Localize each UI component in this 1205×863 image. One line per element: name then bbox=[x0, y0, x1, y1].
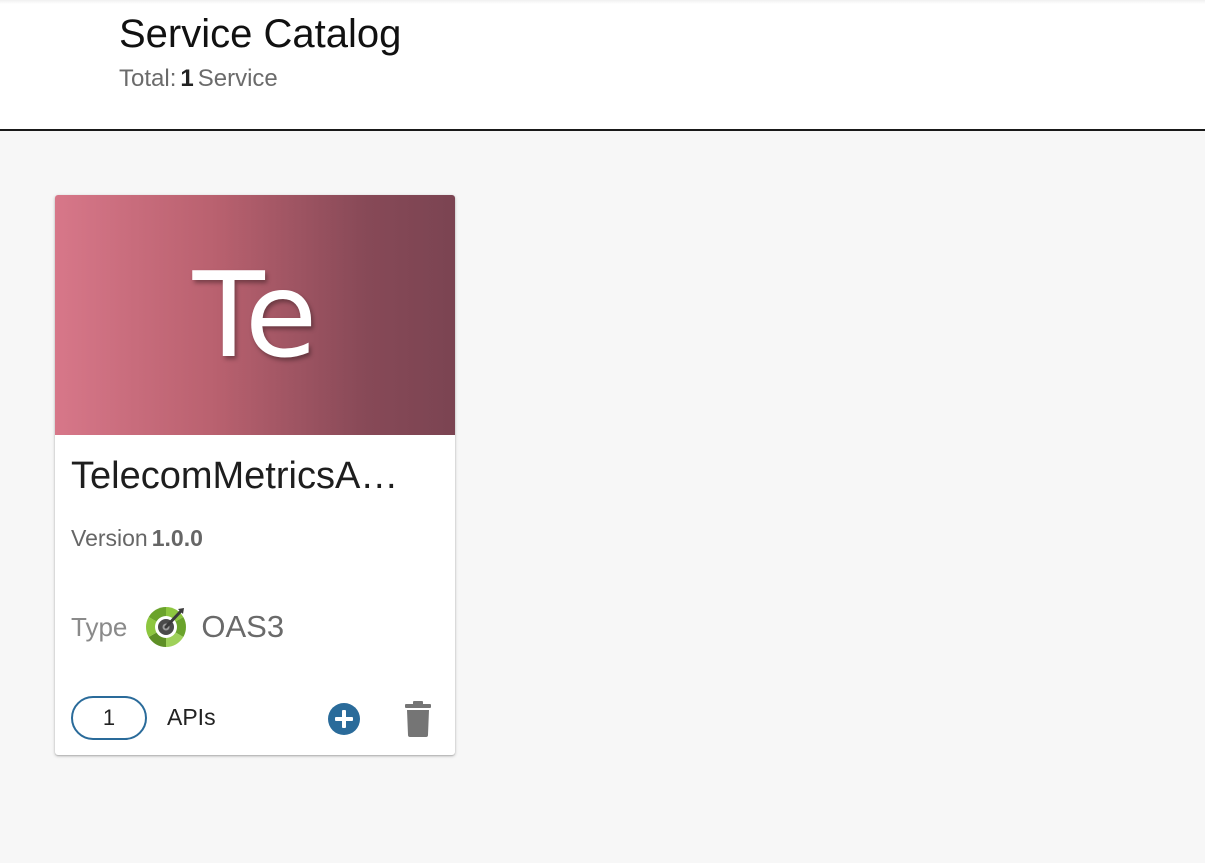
api-count-badge[interactable]: 1 bbox=[71, 696, 147, 740]
type-value: OAS3 bbox=[201, 609, 285, 644]
total-prefix: Total: bbox=[119, 65, 177, 92]
total-count: 1 bbox=[180, 65, 194, 92]
service-type: Type OAS3 bbox=[71, 605, 284, 649]
page-header: Service Catalog Total: 1 Service bbox=[0, 0, 1205, 131]
api-label: APIs bbox=[167, 704, 216, 730]
service-card-banner[interactable]: Te bbox=[55, 195, 455, 435]
add-api-button[interactable] bbox=[327, 702, 361, 736]
oas3-swagger-icon bbox=[146, 607, 187, 647]
service-name[interactable]: TelecomMetricsA… bbox=[71, 453, 439, 499]
version-value: 1.0.0 bbox=[151, 525, 203, 551]
page-title: Service Catalog bbox=[119, 12, 402, 56]
service-card[interactable]: Te TelecomMetricsA… Version 1.0.0 Type O… bbox=[55, 195, 455, 755]
service-total: Total: 1 Service bbox=[119, 64, 278, 94]
total-suffix: Service bbox=[197, 65, 278, 92]
service-version: Version 1.0.0 bbox=[71, 523, 203, 553]
service-initials: Te bbox=[192, 246, 318, 384]
version-label: Version bbox=[71, 525, 148, 551]
type-label: Type bbox=[71, 611, 128, 642]
service-card-footer: 1 APIs bbox=[71, 695, 439, 743]
delete-service-button[interactable] bbox=[404, 701, 432, 737]
catalog-content: Te TelecomMetricsA… Version 1.0.0 Type O… bbox=[0, 131, 1205, 863]
